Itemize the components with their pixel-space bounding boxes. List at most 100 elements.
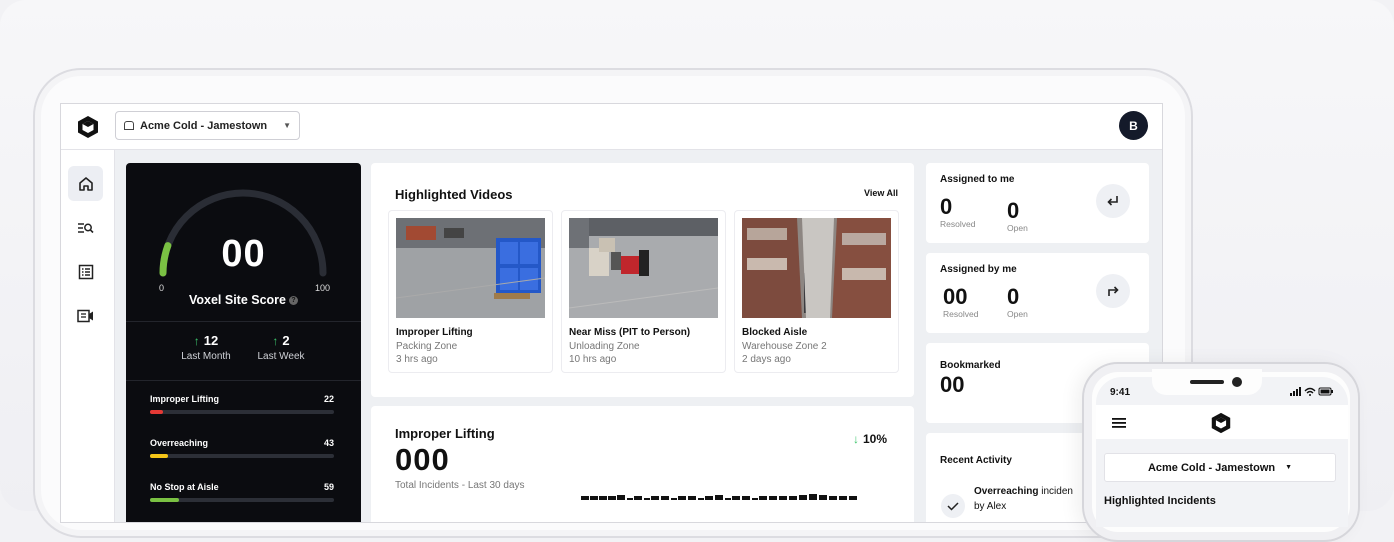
- video-time: 10 hrs ago: [569, 354, 617, 365]
- site-selector[interactable]: Acme Cold - Jamestown ▼: [115, 111, 300, 140]
- improper-lifting-title: Improper Lifting: [395, 426, 495, 441]
- video-card[interactable]: Blocked Aisle Warehouse Zone 2 2 days ag…: [734, 210, 899, 373]
- home-icon: [78, 176, 93, 191]
- video-time: 2 days ago: [742, 354, 791, 365]
- category-overreaching[interactable]: Overreaching 43: [150, 438, 334, 458]
- arrow-down-icon: ↓: [852, 432, 859, 446]
- top-bar: Acme Cold - Jamestown ▼ B: [61, 104, 1162, 150]
- open-label: Open: [1007, 223, 1028, 233]
- divider: [126, 321, 361, 322]
- category-value: 59: [323, 482, 334, 492]
- video-time: 3 hrs ago: [396, 354, 438, 365]
- category-no-stop-at-aisle[interactable]: No Stop at Aisle 59: [150, 482, 334, 502]
- improper-lifting-card[interactable]: Improper Lifting ↓ 10% 000 Total Incident…: [371, 406, 914, 522]
- gauge-min-label: 0: [159, 283, 165, 293]
- activity-item[interactable]: Overreaching inciden: [974, 486, 1073, 497]
- bookmarked-title: Bookmarked: [940, 360, 1001, 371]
- category-name: Overreaching: [150, 438, 209, 448]
- open-label: Open: [1007, 309, 1028, 319]
- site-score-value: 00: [221, 233, 266, 275]
- sidebar-item-home[interactable]: [68, 166, 103, 201]
- trend-last-month-value: 12: [203, 333, 219, 348]
- video-zone: Warehouse Zone 2: [742, 341, 827, 352]
- incident-sparkline: [581, 494, 857, 500]
- improper-lifting-total: 000: [395, 442, 450, 477]
- change-value: 10%: [862, 432, 887, 446]
- trend-last-week-value: 2: [282, 333, 290, 348]
- video-zone: Unloading Zone: [569, 341, 640, 352]
- voxel-logo-icon[interactable]: [75, 114, 101, 140]
- category-name: No Stop at Aisle: [150, 482, 219, 492]
- sidebar-item-cameras[interactable]: [68, 298, 103, 333]
- assigned-by-me-card[interactable]: Assigned by me 00 Resolved 0 Open: [926, 253, 1149, 333]
- divider: [126, 380, 361, 381]
- assigned-to-me-title: Assigned to me: [940, 174, 1015, 185]
- phone-section-title: Highlighted Incidents: [1104, 495, 1216, 507]
- search-list-icon: [78, 222, 94, 233]
- assigned-by-me-title: Assigned by me: [940, 264, 1017, 275]
- list-icon: [78, 264, 93, 279]
- open-value: 0: [1007, 198, 1020, 223]
- phone-time: 9:41: [1110, 387, 1131, 398]
- video-thumbnail[interactable]: [396, 218, 545, 318]
- sidebar-item-review[interactable]: [68, 210, 103, 245]
- open-stat: 0 Open: [1007, 198, 1028, 234]
- category-value: 43: [323, 438, 334, 448]
- phone-screen: 9:41 Acme Cold - Jamestown ▼ Highlighted…: [1096, 377, 1348, 527]
- highlighted-videos-title: Highlighted Videos: [395, 187, 513, 202]
- site-score-panel: 00 0 100 Voxel Site Score? ↑ 12 Last Mont…: [126, 163, 361, 522]
- video-zone: Packing Zone: [396, 341, 458, 352]
- resolved-label: Resolved: [940, 219, 976, 229]
- resolved-label: Resolved: [943, 309, 979, 319]
- forward-arrow-icon: [1108, 286, 1119, 296]
- user-avatar[interactable]: B: [1119, 111, 1148, 140]
- site-score-label: Voxel Site Score?: [126, 293, 361, 307]
- activity-type: Overreaching: [974, 486, 1039, 497]
- phone-status-icons: [1290, 387, 1334, 398]
- phone-notch: [1152, 369, 1262, 395]
- category-improper-lifting[interactable]: Improper Lifting 22: [150, 394, 334, 414]
- check-icon: [941, 494, 965, 518]
- view-all-link[interactable]: View All: [864, 188, 898, 198]
- speaker-bar: [1190, 380, 1224, 384]
- site-score-title: Voxel Site Score: [188, 293, 287, 307]
- video-thumbnail[interactable]: [569, 218, 718, 318]
- resolved-value: 0: [940, 194, 953, 219]
- video-icon: [77, 309, 93, 322]
- video-title: Near Miss (PIT to Person): [569, 327, 691, 338]
- video-card[interactable]: Improper Lifting Packing Zone 3 hrs ago: [388, 210, 553, 373]
- activity-by: by Alex: [974, 501, 1007, 512]
- camera-dot: [1232, 377, 1242, 387]
- sidebar: [61, 150, 115, 522]
- improper-lifting-change: ↓ 10%: [853, 432, 887, 446]
- open-value: 0: [1007, 284, 1020, 309]
- assigned-to-me-button[interactable]: [1096, 184, 1130, 218]
- resolved-value: 00: [943, 284, 968, 309]
- assigned-to-me-card[interactable]: Assigned to me 0 Resolved 0 Open: [926, 163, 1149, 243]
- phone-site-label: Acme Cold - Jamestown: [1147, 461, 1276, 474]
- bookmarked-stat: 00: [940, 373, 964, 397]
- recent-activity-title: Recent Activity: [940, 455, 1012, 466]
- video-thumbnail[interactable]: [742, 218, 891, 318]
- trend-last-week-label: Last Week: [257, 351, 305, 362]
- category-value: 22: [323, 394, 334, 404]
- resolved-stat: 00 Resolved: [943, 284, 979, 320]
- arrow-up-icon: ↑: [272, 334, 279, 348]
- sidebar-item-incidents[interactable]: [68, 254, 103, 289]
- building-icon: [124, 121, 134, 130]
- help-icon[interactable]: ?: [289, 296, 299, 306]
- phone-site-selector[interactable]: Acme Cold - Jamestown ▼: [1104, 453, 1336, 482]
- phone-header: [1096, 405, 1348, 439]
- trend-last-month-label: Last Month: [181, 351, 231, 362]
- site-selector-label: Acme Cold - Jamestown: [140, 119, 268, 132]
- voxel-logo-icon: [1211, 412, 1231, 434]
- video-title: Improper Lifting: [396, 327, 473, 338]
- video-card[interactable]: Near Miss (PIT to Person) Unloading Zone…: [561, 210, 726, 373]
- trend-last-month: ↑ 12 Last Month: [166, 333, 246, 362]
- hamburger-menu-icon[interactable]: [1112, 418, 1126, 428]
- arrow-up-icon: ↑: [193, 334, 200, 348]
- highlighted-videos-card: Highlighted Videos View All Improper Lif…: [371, 163, 914, 397]
- assigned-by-me-button[interactable]: [1096, 274, 1130, 308]
- category-progress-fill: [150, 410, 163, 414]
- bookmarked-value: 00: [940, 372, 965, 397]
